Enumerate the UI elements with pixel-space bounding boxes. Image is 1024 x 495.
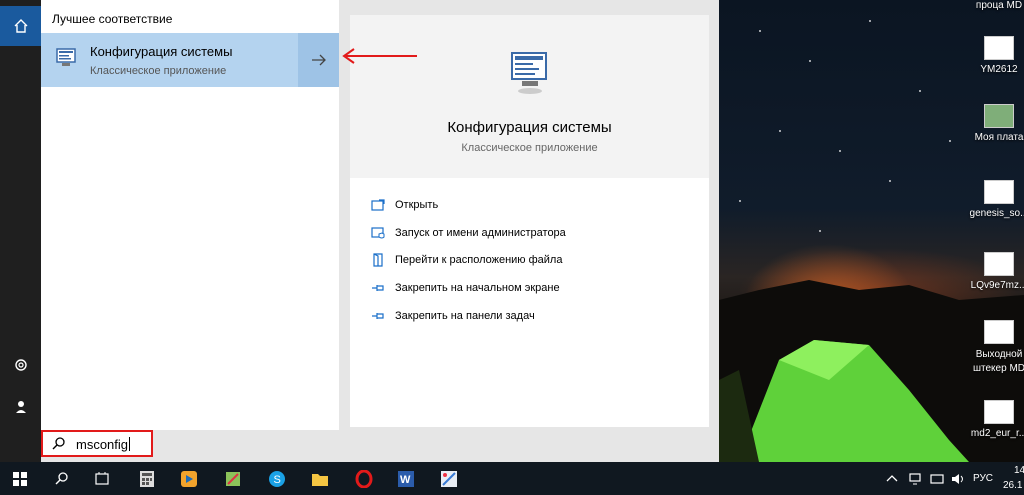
notepad-icon	[226, 471, 240, 486]
desktop-icon-label: Выходной штекер MD	[973, 349, 1024, 374]
action-label: Открыть	[395, 199, 439, 211]
pin-taskbar-icon	[370, 308, 386, 324]
desktop-icon-label: YM2612	[980, 64, 1018, 75]
language-indicator[interactable]: РУС	[973, 473, 993, 484]
search-panel: Лучшее соответствие Конфигурация системы…	[41, 0, 719, 462]
file-explorer-icon	[312, 473, 328, 486]
start-button[interactable]	[0, 462, 40, 495]
open-icon	[370, 197, 386, 213]
media-player-icon	[181, 470, 197, 487]
start-icon	[13, 471, 27, 486]
network-icon[interactable]	[908, 472, 922, 486]
app-detail-header: Конфигурация системы Классическое прилож…	[350, 15, 709, 178]
desktop-icon[interactable]: genesis_so...	[968, 180, 1024, 219]
app-detail-title: Конфигурация системы	[447, 119, 612, 136]
run-as-admin-icon	[370, 225, 386, 241]
search-query-text: msconfig	[76, 437, 131, 452]
action-pin-to-start[interactable]: Закрепить на начальном экране	[370, 277, 560, 299]
file-thumbnail-icon	[984, 180, 1014, 204]
settings-button[interactable]	[0, 345, 41, 385]
file-thumbnail-icon	[984, 104, 1014, 128]
svg-text:W: W	[400, 474, 411, 486]
calculator-icon	[140, 470, 154, 487]
task-view-button[interactable]	[82, 462, 122, 495]
taskbar-search-button[interactable]	[42, 462, 82, 495]
desktop-icon[interactable]: проца MD	[968, 0, 1024, 11]
desktop-icon-label: проца MD	[975, 0, 1023, 11]
taskbar: S W РУС 14 26.1	[0, 462, 1024, 495]
taskbar-app-skype[interactable]: S	[257, 462, 297, 495]
user-button[interactable]	[0, 387, 41, 427]
desktop-icon-label: LQv9e7mz...	[970, 280, 1024, 291]
desktop-icon-label: Моя плата	[974, 132, 1024, 143]
file-thumbnail-icon	[984, 252, 1014, 276]
desktop-icon[interactable]: YM2612	[968, 36, 1024, 75]
taskbar-app-paint[interactable]	[429, 462, 469, 495]
app-detail-card: Конфигурация системы Классическое прилож…	[350, 15, 709, 427]
app-detail-subtitle: Классическое приложение	[461, 142, 598, 154]
file-thumbnail-icon	[984, 320, 1014, 344]
tray-expand-icon[interactable]	[886, 473, 898, 483]
file-thumbnail-icon	[984, 36, 1014, 60]
action-open[interactable]: Открыть	[370, 194, 438, 216]
pin-start-icon	[370, 280, 386, 296]
desktop-icon-label: genesis_so...	[969, 208, 1024, 219]
best-match-heading: Лучшее соответствие	[52, 12, 173, 26]
best-match-subtitle: Классическое приложение	[90, 65, 227, 77]
results-list: Лучшее соответствие Конфигурация системы…	[41, 0, 339, 430]
user-icon	[15, 401, 26, 413]
best-match-title: Конфигурация системы	[90, 44, 233, 59]
taskbar-app-calculator[interactable]	[127, 462, 167, 495]
taskbar-app-word[interactable]: W	[386, 462, 426, 495]
skype-icon: S	[269, 470, 285, 487]
action-run-as-admin[interactable]: Запуск от имени администратора	[370, 222, 566, 244]
system-configuration-icon	[56, 48, 76, 66]
action-open-file-location[interactable]: Перейти к расположению файла	[370, 249, 562, 271]
taskbar-app-opera[interactable]	[344, 462, 384, 495]
desktop-icon-label: md2_eur_r...	[970, 428, 1024, 439]
system-configuration-icon	[511, 52, 547, 94]
taskbar-app-file-explorer[interactable]	[300, 462, 340, 495]
search-icon	[55, 471, 68, 484]
file-thumbnail-icon	[984, 400, 1014, 424]
file-location-icon	[370, 252, 386, 268]
clock-date[interactable]: 26.1	[1003, 480, 1022, 491]
best-match-result[interactable]: Конфигурация системы Классическое прилож…	[41, 33, 298, 87]
arrow-right-icon	[311, 54, 326, 66]
desktop-icon[interactable]: Моя плата	[968, 104, 1024, 143]
opera-icon	[355, 469, 373, 488]
taskbar-app-media-player[interactable]	[169, 462, 209, 495]
expand-details-button[interactable]	[298, 33, 339, 87]
taskbar-app-notepad[interactable]	[213, 462, 253, 495]
gear-icon	[14, 359, 27, 371]
start-left-rail	[0, 0, 41, 462]
action-pin-to-taskbar[interactable]: Закрепить на панели задач	[370, 305, 535, 327]
home-icon	[14, 19, 27, 33]
action-label: Запуск от имени администратора	[395, 227, 566, 239]
clock-time[interactable]: 14	[1014, 465, 1024, 476]
action-label: Перейти к расположению файла	[395, 254, 563, 266]
battery-icon[interactable]	[930, 472, 944, 486]
volume-icon[interactable]	[951, 472, 965, 486]
paint-icon	[441, 470, 457, 487]
svg-text:S: S	[274, 474, 281, 486]
search-icon	[52, 437, 65, 450]
word-icon: W	[398, 470, 414, 487]
desktop-icon[interactable]: Выходной штекер MD	[968, 320, 1024, 376]
action-label: Закрепить на панели задач	[395, 310, 535, 322]
search-input[interactable]: msconfig	[41, 430, 153, 457]
home-button[interactable]	[0, 6, 41, 46]
desktop-icon[interactable]: md2_eur_r...	[968, 400, 1024, 439]
action-label: Закрепить на начальном экране	[395, 282, 560, 294]
desktop-icon[interactable]: LQv9e7mz...	[968, 252, 1024, 291]
annotation-arrow	[342, 48, 417, 64]
task-view-icon	[95, 471, 109, 485]
